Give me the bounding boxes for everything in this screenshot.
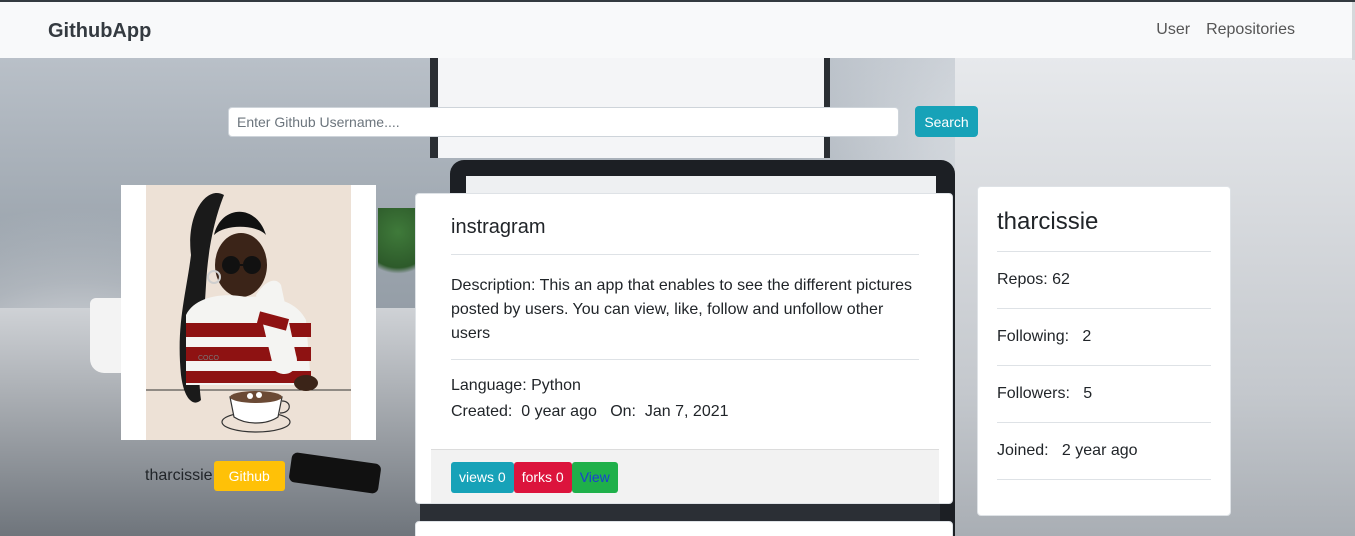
navbar: GithubApp User Repositories xyxy=(0,0,1355,60)
github-link-button[interactable]: Github xyxy=(213,461,285,491)
stat-repos: Repos: 62 xyxy=(997,271,1070,288)
divider xyxy=(451,254,919,255)
repo-created: Created: 0 year ago On: Jan 7, 2021 xyxy=(451,403,729,420)
repo-title: instragram xyxy=(451,216,546,238)
stat-joined: Joined: 2 year ago xyxy=(997,442,1138,459)
stat-followers: Followers: 5 xyxy=(997,385,1093,402)
forks-badge[interactable]: forks 0 xyxy=(513,462,572,493)
nav-link-user[interactable]: User xyxy=(1156,21,1190,39)
stat-following: Following: 2 xyxy=(997,328,1092,345)
background-plant xyxy=(378,208,418,288)
avatar: COCO xyxy=(121,185,376,440)
nav-link-repositories[interactable]: Repositories xyxy=(1206,21,1295,39)
divider xyxy=(997,365,1211,366)
divider xyxy=(997,422,1211,423)
repo-meta: Language: Python Created: 0 year ago On:… xyxy=(451,373,729,425)
divider xyxy=(997,308,1211,309)
repo-badges: views 0 forks 0 View xyxy=(451,462,618,493)
profile-name-row: tharcissie Github xyxy=(145,461,285,491)
search-button[interactable]: Search xyxy=(915,106,978,137)
repo-description: Description: This an app that enables to… xyxy=(451,277,913,342)
divider xyxy=(451,359,919,360)
repo-card: instragram Description: This an app that… xyxy=(415,193,953,504)
avatar-text: COCO xyxy=(198,355,220,362)
repo-card-footer: views 0 forks 0 View xyxy=(431,449,939,503)
avatar-illustration: COCO xyxy=(146,185,351,440)
views-badge[interactable]: views 0 xyxy=(451,462,514,493)
profile-username: tharcissie xyxy=(145,467,213,484)
navbar-brand[interactable]: GithubApp xyxy=(48,20,151,43)
stats-username: tharcissie xyxy=(997,208,1099,235)
repo-card xyxy=(415,521,953,536)
user-stats-card: tharcissie Repos: 62 Following: 2 Follow… xyxy=(977,186,1231,516)
nav-links: User Repositories xyxy=(1156,21,1295,39)
search-input[interactable] xyxy=(228,107,899,137)
repo-language: Language: Python xyxy=(451,377,581,394)
divider xyxy=(997,479,1211,480)
divider xyxy=(997,251,1211,252)
view-repo-button[interactable]: View xyxy=(571,462,618,493)
